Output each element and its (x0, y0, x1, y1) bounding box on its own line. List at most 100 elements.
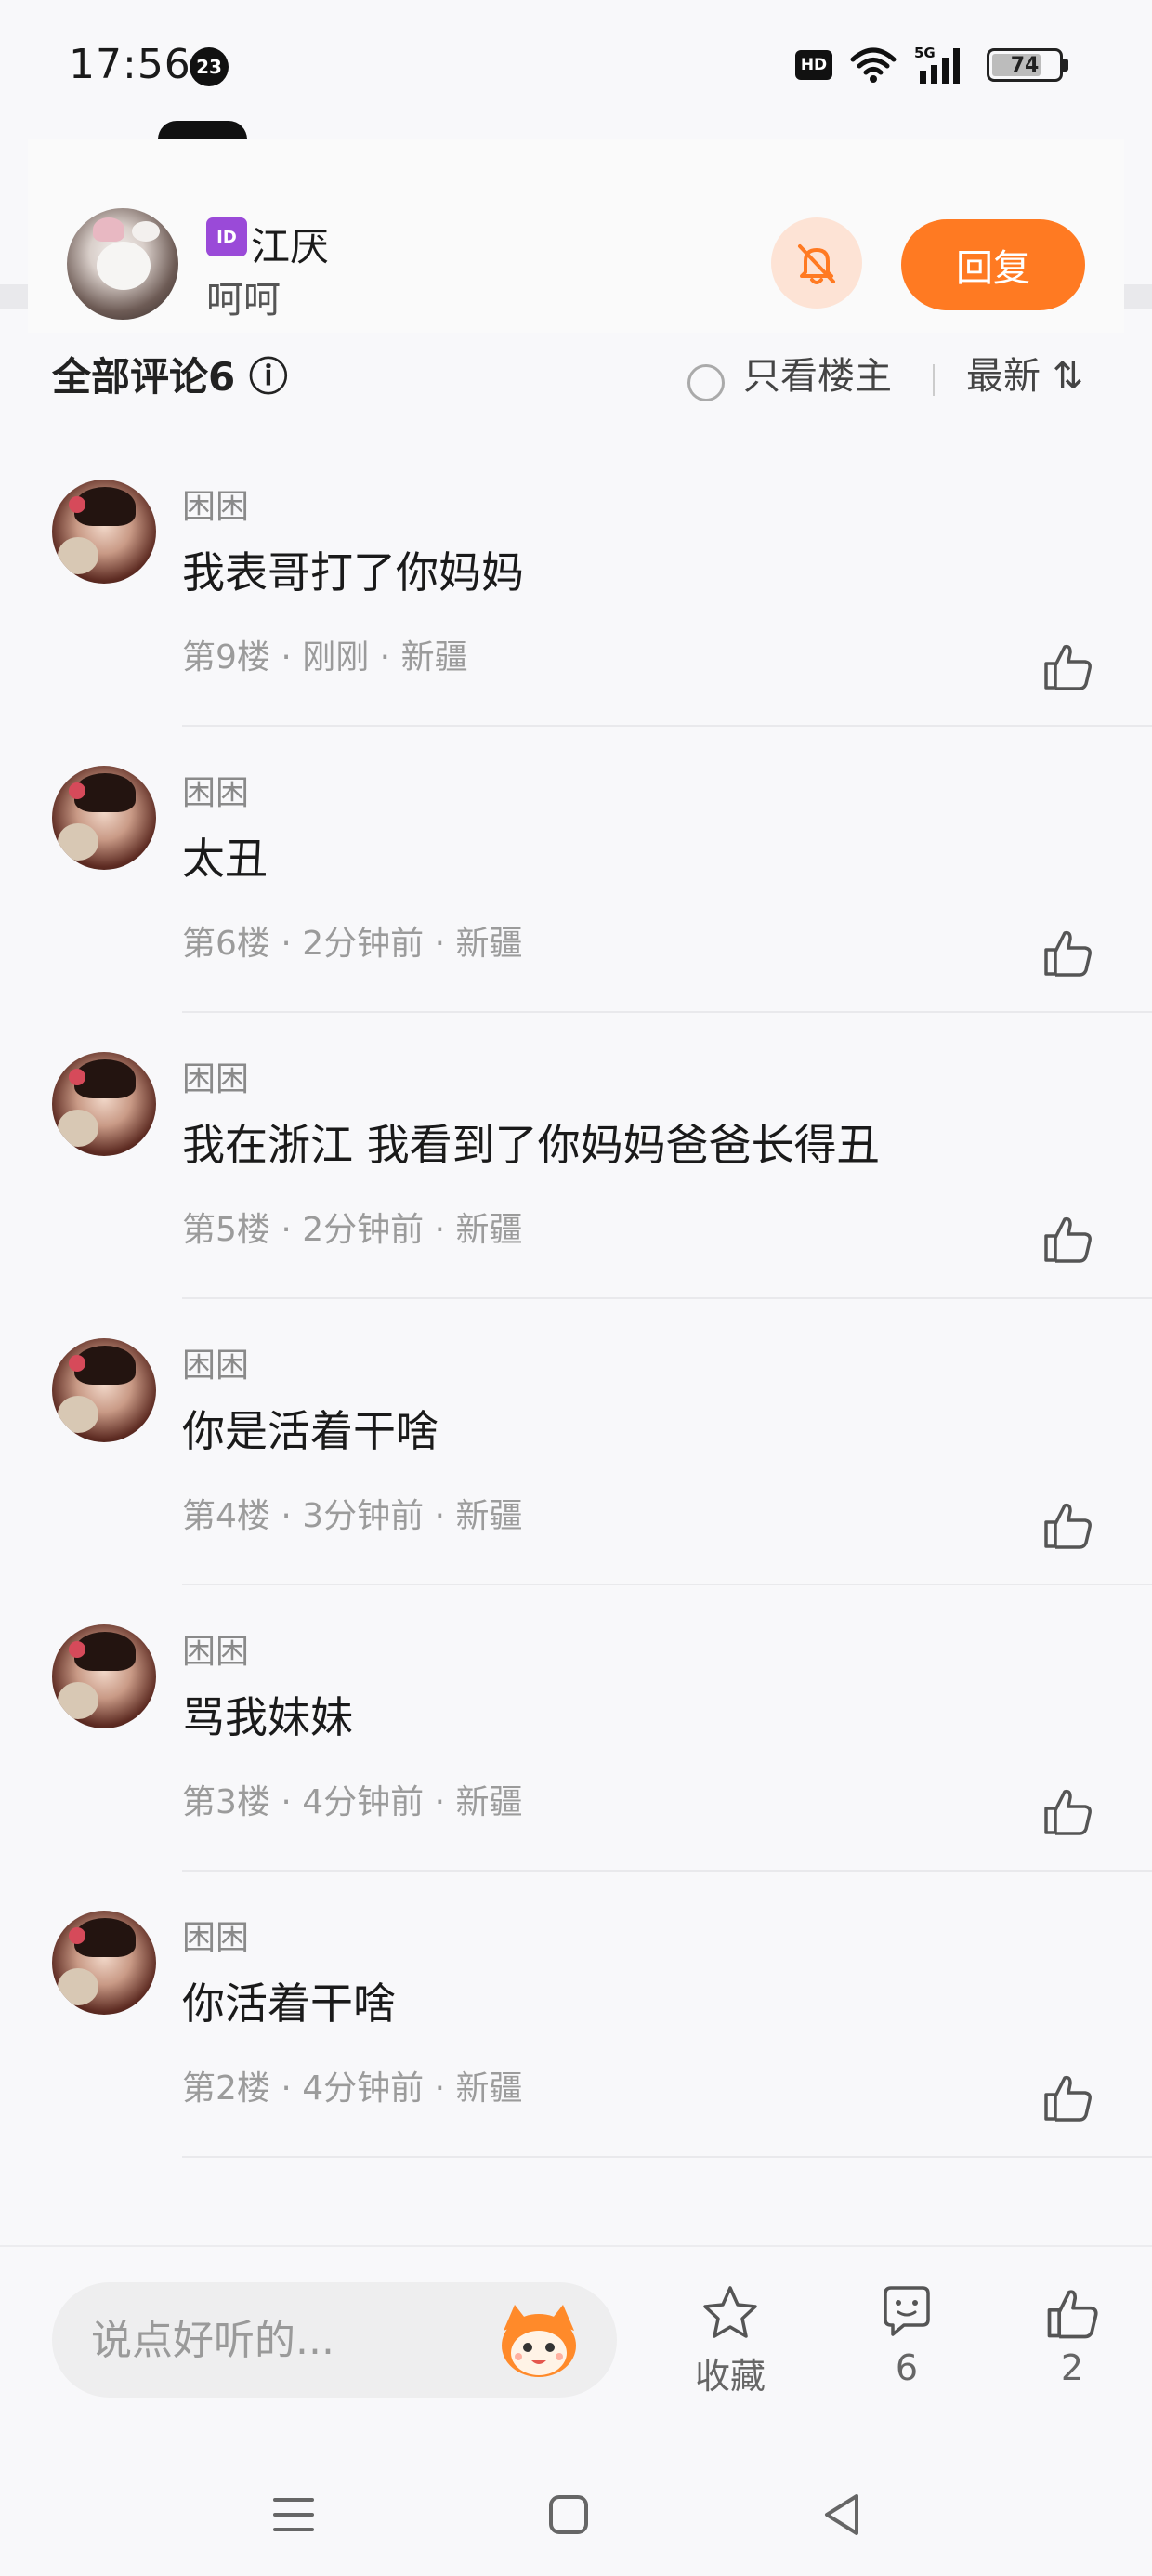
background-avatar-peek (158, 121, 247, 139)
comment-count: 6 (895, 2347, 919, 2388)
comment-item[interactable]: 困困 你活着干啥 第2楼 · 4分钟前 · 新疆 (0, 1911, 1152, 2197)
status-icons: HD 5G 74 (795, 45, 1068, 85)
comment-divider (182, 2156, 1152, 2158)
avatar-detail (97, 242, 151, 290)
comment-divider (182, 1584, 1152, 1585)
like-post-button[interactable]: 2 (1016, 2282, 1128, 2403)
avatar-detail (58, 823, 98, 861)
thumbs-up-icon[interactable] (1039, 1782, 1096, 1840)
status-bar: 17:56 23 HD 5G 74 (0, 0, 1152, 130)
id-badge-icon: ID (206, 217, 247, 256)
favorite-button[interactable]: 收藏 (674, 2282, 786, 2403)
reply-button[interactable]: 回复 (901, 219, 1085, 310)
comment-section-header: 全部评论6 ⓘ 只看楼主 最新 ⇅ (0, 333, 1152, 407)
commenter-avatar[interactable] (52, 1624, 156, 1728)
thumbs-up-icon[interactable] (1039, 1210, 1096, 1268)
commenter-name[interactable]: 困困 (182, 1624, 249, 1673)
comment-item[interactable]: 困困 我表哥打了你妈妈 第9楼 · 刚刚 · 新疆 (0, 480, 1152, 766)
thumbs-up-icon[interactable] (1039, 924, 1096, 981)
comment-meta: 第4楼 · 3分钟前 · 新疆 (182, 1497, 523, 1535)
comment-text: 太丑 (182, 834, 268, 884)
comment-divider (182, 725, 1152, 727)
menu-icon[interactable] (271, 2494, 316, 2535)
comments-button[interactable]: 6 (851, 2282, 962, 2403)
comment-meta: 第2楼 · 4分钟前 · 新疆 (182, 2070, 523, 2108)
back-icon[interactable] (821, 2492, 862, 2537)
op-name[interactable]: 江厌 (251, 216, 329, 272)
commenter-name[interactable]: 困困 (182, 1052, 249, 1100)
comment-text: 我在浙江 我看到了你妈妈爸爸长得丑 (182, 1120, 880, 1170)
avatar-detail (69, 1927, 85, 1944)
comment-text: 骂我妹妹 (182, 1692, 353, 1742)
hd-icon: HD (795, 50, 832, 80)
avatar-detail (58, 1682, 98, 1719)
battery-tip (1063, 59, 1068, 72)
comment-meta: 第6楼 · 2分钟前 · 新疆 (182, 925, 523, 963)
bottom-bar-divider (0, 2245, 1152, 2247)
filter-divider (933, 364, 935, 396)
comment-item[interactable]: 困困 太丑 第6楼 · 2分钟前 · 新疆 (0, 766, 1152, 1052)
screen: 17:56 23 HD 5G 74 全部评论6 ⓘ 只看楼主 最新 ⇅ ID 江… (0, 0, 1152, 2576)
commenter-avatar[interactable] (52, 480, 156, 584)
home-icon[interactable] (548, 2494, 589, 2535)
comment-item[interactable]: 困困 骂我妹妹 第3楼 · 4分钟前 · 新疆 (0, 1624, 1152, 1911)
commenter-name[interactable]: 困困 (182, 480, 249, 528)
battery-level: 74 (1010, 53, 1040, 77)
commenter-name[interactable]: 困困 (182, 766, 249, 814)
status-time: 17:56 (69, 41, 191, 88)
avatar-detail (69, 1641, 85, 1658)
only-op-radio[interactable] (687, 364, 725, 401)
avatar-detail (69, 1355, 85, 1372)
thumbs-up-icon[interactable] (1039, 637, 1096, 695)
battery-indicator: 74 (987, 48, 1068, 82)
notification-count-badge: 23 (190, 47, 229, 86)
thumbs-up-icon (1047, 2290, 1098, 2339)
only-op-filter-clipped[interactable]: 只看楼主 (743, 346, 892, 400)
avatar-detail (132, 221, 160, 242)
avatar-detail (69, 782, 85, 799)
section-title-clipped: 全部评论6 ⓘ (52, 354, 288, 400)
like-count: 2 (1060, 2347, 1084, 2388)
reply-header-card: ID 江厌 呵呵 回复 (28, 139, 1124, 333)
comment-meta: 第5楼 · 2分钟前 · 新疆 (182, 1211, 523, 1249)
commenter-avatar[interactable] (52, 766, 156, 870)
commenter-avatar[interactable] (52, 1052, 156, 1156)
comment-meta: 第9楼 · 刚刚 · 新疆 (182, 638, 468, 677)
system-nav-bar (0, 2453, 1152, 2576)
comment-divider (182, 1011, 1152, 1013)
op-avatar[interactable] (67, 208, 178, 320)
comment-text: 你活着干啥 (182, 1978, 396, 2029)
comment-meta: 第3楼 · 4分钟前 · 新疆 (182, 1783, 523, 1821)
comment-text: 我表哥打了你妈妈 (182, 547, 524, 598)
comment-text: 你是活着干啥 (182, 1406, 439, 1456)
emoji-mascot-icon[interactable] (494, 2299, 583, 2383)
comment-item[interactable]: 困困 我在浙江 我看到了你妈妈爸爸长得丑 第5楼 · 2分钟前 · 新疆 (0, 1052, 1152, 1338)
thumbs-up-icon[interactable] (1039, 2069, 1096, 2126)
mute-notification-button[interactable] (771, 217, 862, 309)
edge-right (1120, 284, 1152, 309)
commenter-name[interactable]: 困困 (182, 1338, 249, 1387)
thumbs-up-icon[interactable] (1039, 1496, 1096, 1554)
avatar-detail (58, 1110, 98, 1147)
comment-divider (182, 1870, 1152, 1872)
commenter-name[interactable]: 困困 (182, 1911, 249, 1959)
op-comment-text: 呵呵 (206, 279, 281, 322)
comment-bubble-icon (884, 2286, 930, 2336)
battery-icon: 74 (987, 48, 1063, 82)
comment-divider (182, 1297, 1152, 1299)
avatar-detail (69, 496, 85, 513)
avatar-detail (69, 1069, 85, 1085)
wifi-icon (850, 47, 897, 83)
avatar-detail (58, 537, 98, 574)
network-type-label: 5G (914, 45, 936, 61)
favorite-label: 收藏 (694, 2356, 766, 2397)
edge-left (0, 284, 28, 309)
avatar-detail (58, 1396, 98, 1433)
bell-off-icon (798, 244, 835, 284)
commenter-avatar[interactable] (52, 1338, 156, 1442)
avatar-detail (58, 1968, 98, 2005)
sort-toggle-clipped[interactable]: 最新 ⇅ (966, 346, 1083, 400)
comment-item[interactable]: 困困 你是活着干啥 第4楼 · 3分钟前 · 新疆 (0, 1338, 1152, 1624)
avatar-detail (93, 217, 124, 242)
commenter-avatar[interactable] (52, 1911, 156, 2015)
